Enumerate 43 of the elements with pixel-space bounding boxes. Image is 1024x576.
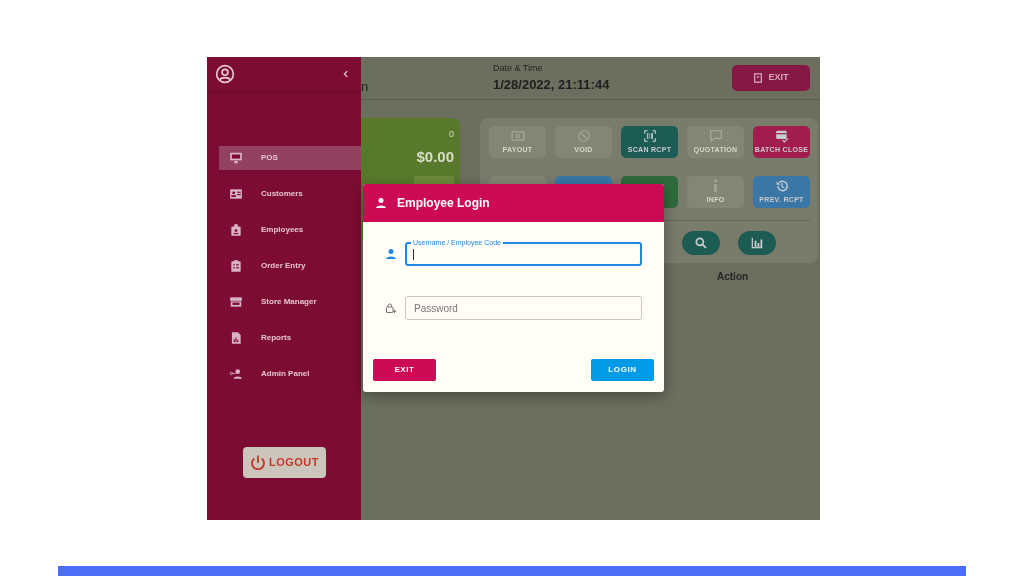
quote-bubble-icon <box>708 128 723 143</box>
clipboard-icon <box>229 259 243 273</box>
storefront-icon <box>229 295 243 309</box>
page-title: n <box>361 78 370 97</box>
door-icon <box>753 73 764 83</box>
info-icon <box>713 178 718 193</box>
search-button[interactable] <box>682 231 720 255</box>
card-check-icon <box>774 128 789 143</box>
exit-button[interactable]: EXIT <box>373 359 436 381</box>
collapse-icon[interactable] <box>341 69 351 79</box>
history-icon <box>774 178 789 193</box>
total-amount: $0.00 <box>416 146 454 167</box>
lock-plus-icon <box>385 302 397 314</box>
user-avatar-icon[interactable] <box>215 64 235 84</box>
banknote-icon <box>510 128 525 143</box>
report-icon <box>229 331 243 345</box>
sidebar-item[interactable]: Reports <box>219 326 361 350</box>
barcode-scan-icon <box>642 128 657 143</box>
person-icon <box>375 197 387 209</box>
sidebar-item[interactable]: Store Manager <box>219 290 361 314</box>
dialog-title: Employee Login <box>397 195 490 212</box>
prohibited-icon <box>576 128 591 143</box>
logout-button[interactable]: LOGOUT <box>242 447 326 478</box>
id-badge-icon <box>229 223 243 237</box>
user-key-icon <box>229 367 243 381</box>
sidebar-item[interactable]: Admin Panel <box>219 362 361 386</box>
contact-card-icon <box>229 187 243 201</box>
monitor-icon <box>229 151 243 165</box>
sidebar-item[interactable]: Order Entry <box>219 254 361 278</box>
sidebar-item[interactable]: POS <box>219 146 361 170</box>
person-icon <box>385 248 397 260</box>
exit-button[interactable]: EXIT <box>732 65 810 91</box>
login-button[interactable]: LOGIN <box>591 359 654 381</box>
sidebar-item[interactable]: Customers <box>219 182 361 206</box>
bar-chart-icon <box>750 236 764 250</box>
datetime-value: 1/28/2022, 21:11:44 <box>493 76 610 94</box>
sidebar-item[interactable]: Employees <box>219 218 361 242</box>
chart-button[interactable] <box>738 231 776 255</box>
power-icon <box>248 453 267 472</box>
datetime-label: Date & Time <box>493 61 544 75</box>
item-count: 0 <box>449 128 454 141</box>
search-icon <box>694 236 708 250</box>
column-header: Action <box>717 270 750 284</box>
